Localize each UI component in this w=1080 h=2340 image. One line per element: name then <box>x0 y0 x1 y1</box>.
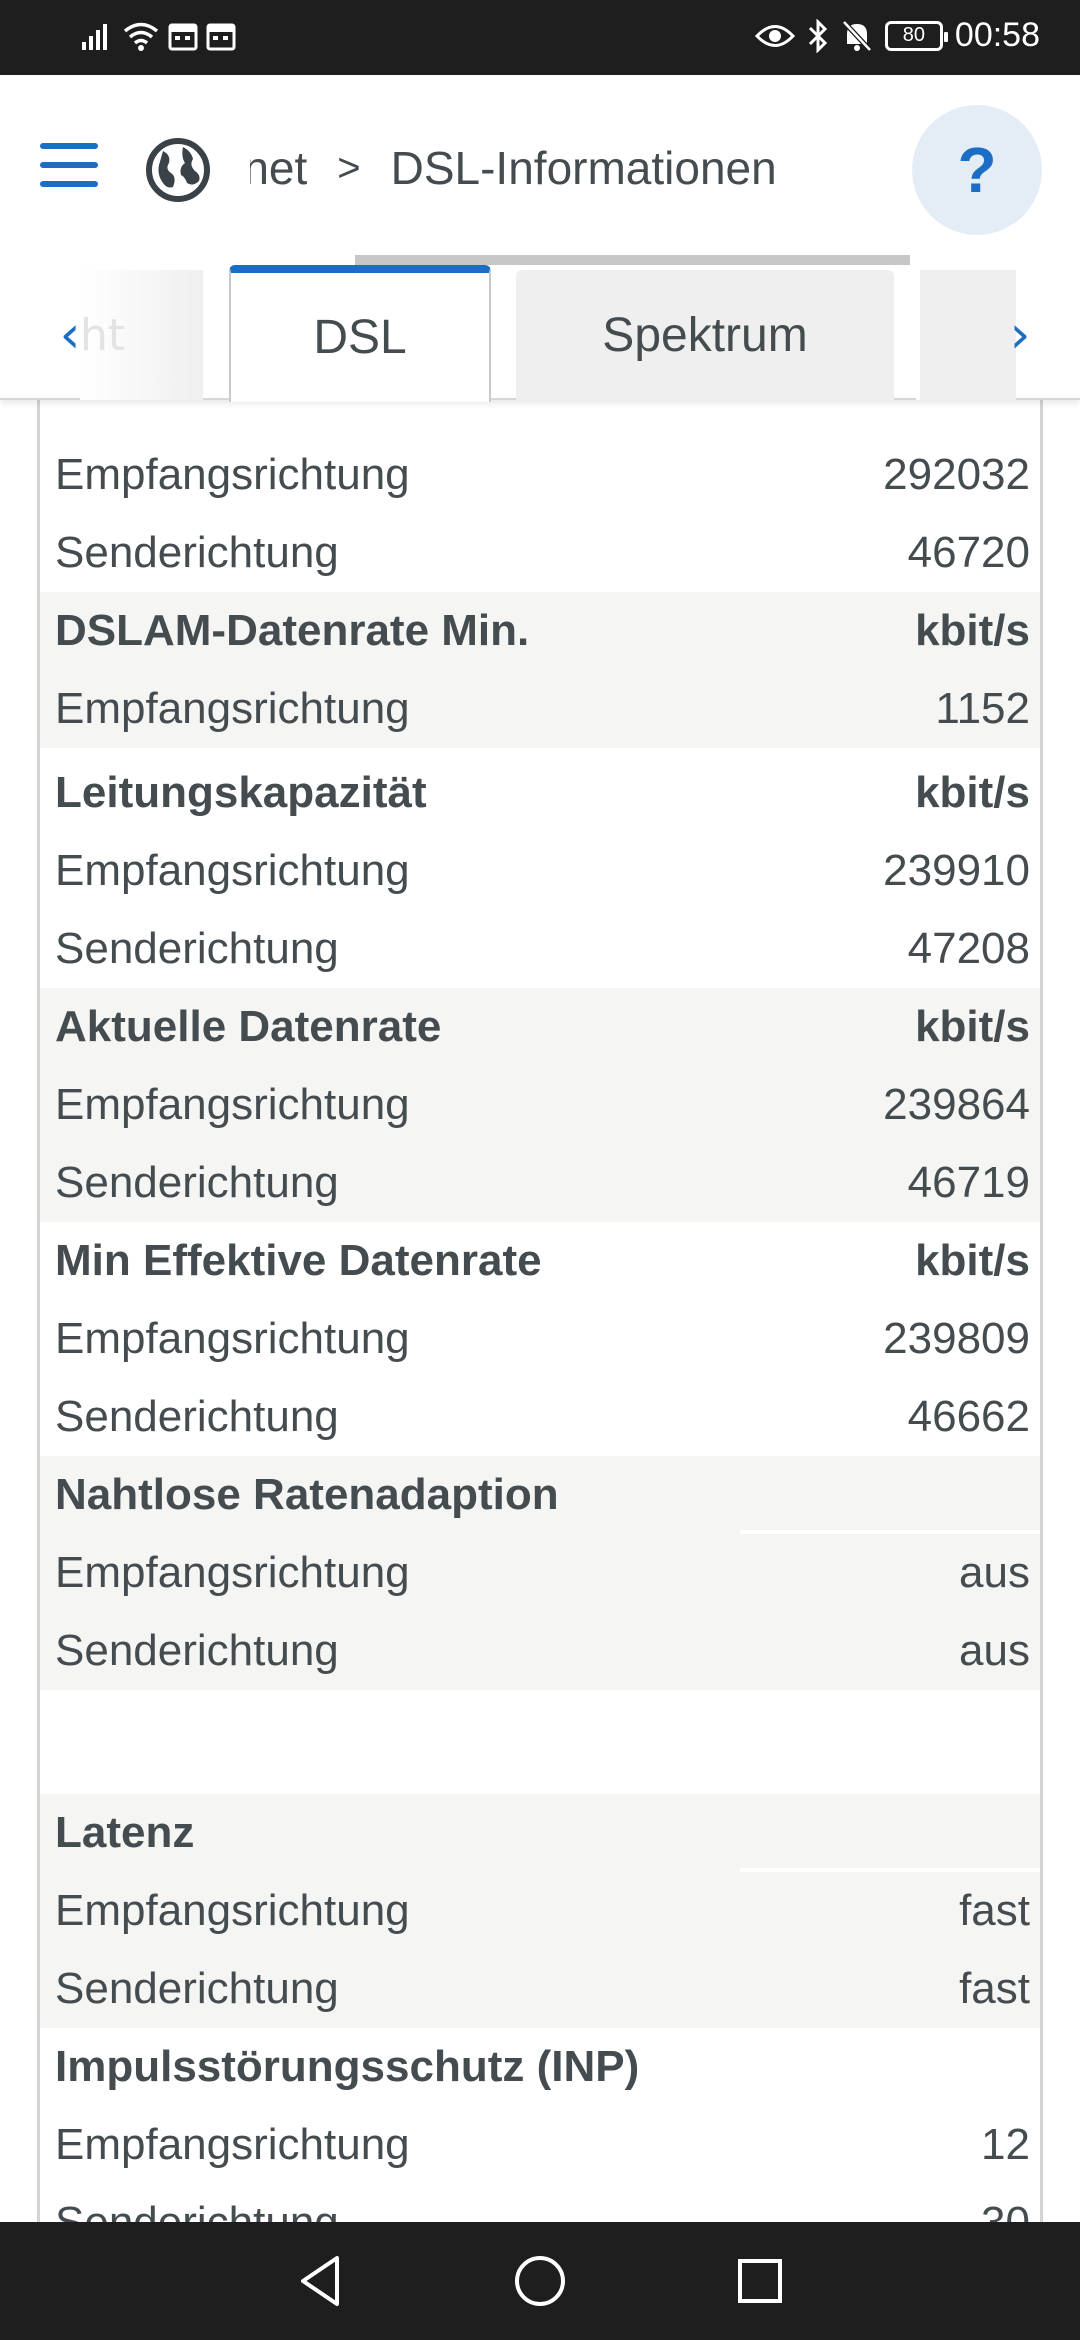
calendar-icon <box>206 23 236 51</box>
row-label: Empfangsrichtung <box>55 846 410 895</box>
section-header: Leitungskapazität kbit/s <box>40 754 1040 832</box>
chevron-left-icon[interactable]: ‹ <box>40 305 100 365</box>
bluetooth-icon <box>808 18 828 53</box>
table-row: Empfangsrichtung 239809 <box>40 1300 1040 1378</box>
section-header: Min Effektive Datenrate kbit/s <box>40 1222 1040 1300</box>
status-icons-right: 80 00:58 <box>754 16 1040 55</box>
section-header: Aktuelle Datenrate kbit/s <box>40 988 1040 1066</box>
row-label: Senderichtung <box>55 1392 339 1441</box>
breadcrumb: rnet > DSL-Informationen <box>250 133 900 203</box>
bell-muted-icon <box>842 19 872 52</box>
row-label: Empfangsrichtung <box>55 1080 410 1129</box>
recents-icon[interactable] <box>730 2251 790 2311</box>
tab-bar: ht ‹ DSL Spektrum › <box>0 265 1080 402</box>
table-row: Empfangsrichtung 12 <box>40 2106 1040 2184</box>
section-header: DSLAM-Datenrate Min. kbit/s <box>40 592 1040 670</box>
table-row: Empfangsrichtung 1152 <box>40 670 1040 748</box>
system-nav-bar <box>0 2222 1080 2340</box>
row-label: Senderichtung <box>55 528 339 577</box>
back-icon[interactable] <box>290 2251 350 2311</box>
row-value: 239910 <box>883 846 1030 895</box>
row-label: Senderichtung <box>55 1158 339 1207</box>
status-bar: 80 00:58 <box>0 0 1080 75</box>
table-row: Empfangsrichtung aus <box>40 1534 1040 1612</box>
signal-icon <box>82 24 107 50</box>
table-row: Senderichtung aus <box>40 1612 1040 1690</box>
section-unit: kbit/s <box>915 1002 1030 1051</box>
section-title: DSLAM-Datenrate Min. <box>55 606 530 655</box>
eye-icon <box>754 24 795 47</box>
section-title: Min Effektive Datenrate <box>55 1236 542 1285</box>
row-value: aus <box>959 1548 1030 1597</box>
table-row: Senderichtung 46662 <box>40 1378 1040 1456</box>
section-unit: kbit/s <box>915 768 1030 817</box>
section-header: Latenz <box>40 1794 1040 1872</box>
section-title: Impulsstörungsschutz (INP) <box>55 2042 640 2091</box>
row-label: Empfangsrichtung <box>55 1314 410 1363</box>
table-row: Empfangsrichtung 239864 <box>40 1066 1040 1144</box>
row-label: Senderichtung <box>55 924 339 973</box>
home-icon[interactable] <box>510 2251 570 2311</box>
app-header: rnet > DSL-Informationen ? <box>0 75 1080 265</box>
help-button[interactable]: ? <box>912 105 1042 235</box>
table-row: Empfangsrichtung 292032 <box>40 436 1040 514</box>
tab-spektrum[interactable]: Spektrum <box>516 270 894 400</box>
section-unit: kbit/s <box>915 606 1030 655</box>
row-label: Senderichtung <box>55 1626 339 1675</box>
status-icons-left <box>80 20 236 52</box>
row-label: Empfangsrichtung <box>55 1548 410 1597</box>
section-title: Nahtlose Ratenadaption <box>55 1470 559 1519</box>
section-header: Impulsstörungsschutz (INP) <box>40 2028 1040 2106</box>
row-value: 239809 <box>883 1314 1030 1363</box>
row-value: fast <box>959 1964 1030 2013</box>
section-header: Nahtlose Ratenadaption <box>40 1456 1040 1534</box>
clock: 00:58 <box>954 16 1040 54</box>
row-label: Empfangsrichtung <box>55 2120 410 2169</box>
chevron-right-icon[interactable]: › <box>990 305 1050 365</box>
globe-icon[interactable] <box>145 137 211 203</box>
tab-dsl[interactable]: DSL <box>229 265 491 402</box>
row-label: Empfangsrichtung <box>55 684 410 733</box>
section-title: Latenz <box>55 1808 195 1857</box>
table-row: Empfangsrichtung fast <box>40 1872 1040 1950</box>
row-value: 46719 <box>907 1158 1030 1207</box>
table-row: Senderichtung 30 <box>40 2184 1040 2222</box>
table-row: Empfangsrichtung 239910 <box>40 832 1040 910</box>
row-value: 239864 <box>883 1080 1030 1129</box>
row-value: 46720 <box>907 528 1030 577</box>
breadcrumb-separator-icon: > <box>337 145 361 190</box>
row-value: 47208 <box>907 924 1030 973</box>
table-row: Senderichtung 46720 <box>40 514 1040 592</box>
row-value: 46662 <box>907 1392 1030 1441</box>
section-unit: kbit/s <box>915 1236 1030 1285</box>
row-value: 292032 <box>883 450 1030 499</box>
page-title: DSL-Informationen <box>390 142 777 194</box>
row-value: fast <box>959 1886 1030 1935</box>
row-value: aus <box>959 1626 1030 1675</box>
hamburger-menu-icon[interactable] <box>40 143 98 195</box>
row-label: Empfangsrichtung <box>55 1886 410 1935</box>
calendar-icon <box>168 23 198 51</box>
row-label: Senderichtung <box>55 1964 339 2013</box>
section-title: Aktuelle Datenrate <box>55 1002 442 1051</box>
row-label: Empfangsrichtung <box>55 450 410 499</box>
battery-icon: 80 <box>884 20 948 51</box>
table-row: Senderichtung 46719 <box>40 1144 1040 1222</box>
section-title: Leitungskapazität <box>55 768 427 817</box>
row-value: 12 <box>981 2120 1030 2169</box>
battery-level: 80 <box>902 24 926 46</box>
breadcrumb-parent[interactable]: rnet <box>250 141 307 195</box>
row-value: 30 <box>981 2198 1030 2222</box>
dsl-info-table[interactable]: Empfangsrichtung 292032 Senderichtung 46… <box>37 400 1043 2222</box>
breadcrumb-scroll-indicator <box>355 255 910 265</box>
row-value: 1152 <box>935 684 1030 733</box>
table-row: Senderichtung 47208 <box>40 910 1040 988</box>
row-label: Senderichtung <box>55 2198 339 2222</box>
wifi-icon <box>123 22 159 51</box>
table-row: Senderichtung fast <box>40 1950 1040 2028</box>
